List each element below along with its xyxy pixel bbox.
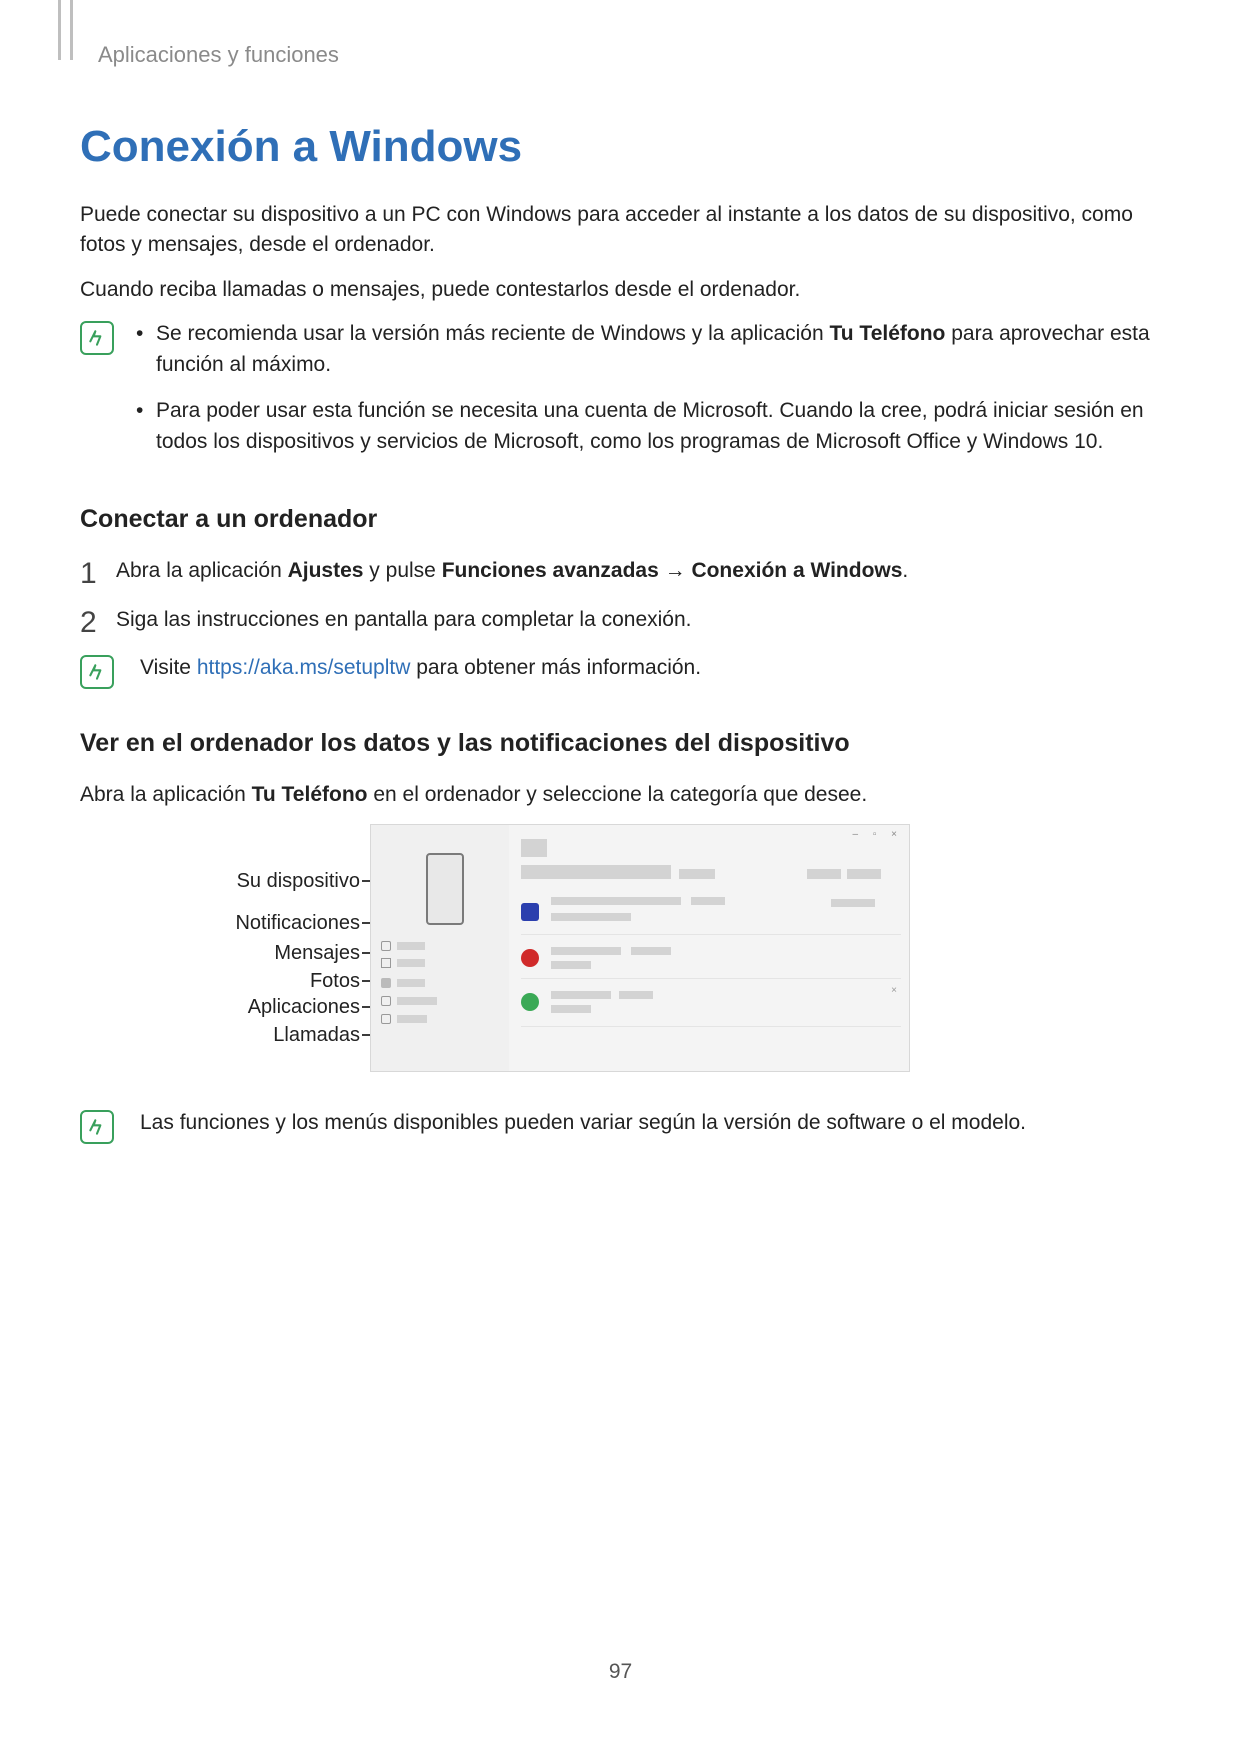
page-title: Conexión a Windows xyxy=(80,122,1161,172)
note-block: Visite https://aka.ms/setupltw para obte… xyxy=(80,653,1161,689)
callout-label: Mensajes xyxy=(274,942,360,965)
note-icon xyxy=(80,321,114,355)
margin-rule xyxy=(58,0,61,60)
section-heading: Conectar a un ordenador xyxy=(80,505,1161,534)
arrow-icon: → xyxy=(659,559,692,582)
info-link[interactable]: https://aka.ms/setupltw xyxy=(197,656,411,679)
your-phone-window: – ▫ × xyxy=(370,824,910,1072)
section-heading: Ver en el ordenador los datos y las noti… xyxy=(80,729,1161,758)
your-phone-diagram: Su dispositivo Notificaciones Mensajes F… xyxy=(170,824,1161,1084)
sidebar xyxy=(371,825,509,1071)
callout-label: Aplicaciones xyxy=(248,996,360,1019)
callout-label: Su dispositivo xyxy=(237,870,360,893)
device-thumbnail xyxy=(426,853,464,925)
note-block: Se recomienda usar la versión más recien… xyxy=(80,319,1161,473)
intro-paragraph-2: Cuando reciba llamadas o mensajes, puede… xyxy=(80,275,1161,305)
note-icon xyxy=(80,655,114,689)
step-item: Abra la aplicación Ajustes y pulse Funci… xyxy=(80,556,1161,586)
margin-rule xyxy=(70,0,73,60)
body-paragraph: Abra la aplicación Tu Teléfono en el ord… xyxy=(80,780,1161,810)
step-item: Siga las instrucciones en pantalla para … xyxy=(80,605,1161,635)
callout-label: Llamadas xyxy=(273,1024,360,1047)
note-item: Se recomienda usar la versión más recien… xyxy=(130,319,1161,380)
note-block: Las funciones y los menús disponibles pu… xyxy=(80,1108,1161,1144)
callout-label: Notificaciones xyxy=(235,912,360,935)
page-number: 97 xyxy=(0,1660,1241,1684)
note-icon xyxy=(80,1110,114,1144)
breadcrumb: Aplicaciones y funciones xyxy=(98,42,1161,68)
intro-paragraph-1: Puede conectar su dispositivo a un PC co… xyxy=(80,200,1161,261)
note-item: Para poder usar esta función se necesita… xyxy=(130,396,1161,457)
content-pane: × xyxy=(521,839,901,1063)
callout-label: Fotos xyxy=(310,970,360,993)
